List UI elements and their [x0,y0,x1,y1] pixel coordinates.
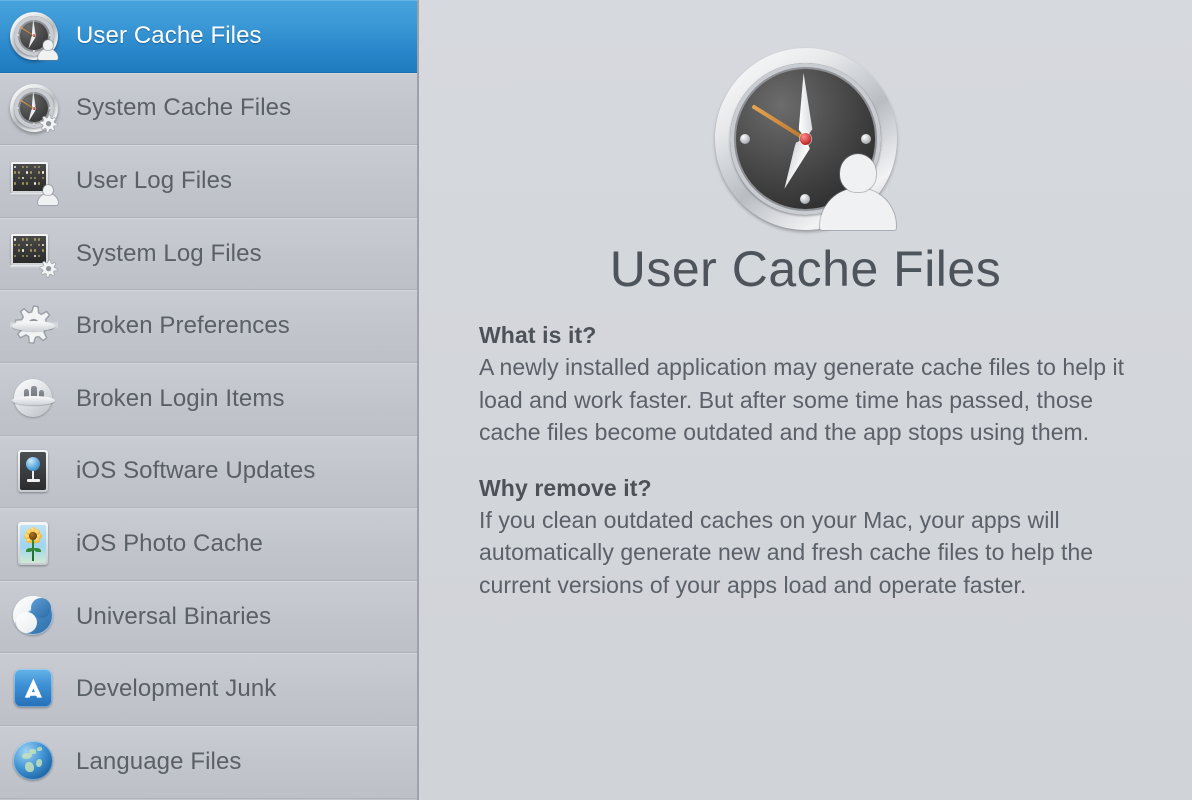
sidebar-item-label: Broken Login Items [76,384,285,412]
app-window: User Cache Files System Cache Files User L… [0,0,1192,800]
description-block: What is it? A newly installed applicatio… [479,322,1139,601]
sidebar-item-ios-photo-cache[interactable]: iOS Photo Cache [0,508,417,581]
sidebar-item-system-cache-files[interactable]: System Cache Files [0,72,417,146]
sidebar-item-label: Broken Preferences [76,312,290,340]
sidebar-item-label: Language Files [76,747,242,775]
sidebar-item-label: System Log Files [76,239,262,267]
broken-login-circle-icon [10,375,58,423]
sidebar-item-user-log-files[interactable]: User Log Files [0,145,417,218]
ios-update-frame-icon [10,447,58,495]
universal-binaries-yin-icon [10,593,58,641]
xcode-a-icon [10,665,58,713]
detail-panel: User Cache Files What is it? A newly ins… [419,0,1192,800]
sidebar-item-system-log-files[interactable]: System Log Files [0,217,417,291]
section-body-what-is-it: A newly installed application may genera… [479,354,1125,445]
sidebar-item-broken-preferences[interactable]: Broken Preferences [0,290,417,363]
sidebar-item-universal-binaries[interactable]: Universal Binaries [0,580,417,654]
sidebar-item-ios-software-updates[interactable]: iOS Software Updates [0,435,417,509]
section-heading-why-remove-it: Why remove it? [479,474,652,501]
user-log-board-icon [10,157,58,205]
page-title: User Cache Files [609,241,1002,297]
sidebar-item-development-junk[interactable]: Development Junk [0,653,417,726]
system-log-board-gear-icon [10,230,58,278]
sidebar-item-language-files[interactable]: Language Files [0,725,417,799]
sidebar-item-label: User Cache Files [76,21,262,49]
sidebar-item-label: User Log Files [76,166,233,194]
system-cache-clock-gear-icon [10,84,58,133]
sidebar-item-label: System Cache Files [76,94,292,122]
sidebar-item-label: Universal Binaries [76,602,272,630]
sidebar-item-user-cache-files[interactable]: User Cache Files [0,0,417,73]
sidebar-item-label: Development Junk [76,675,277,703]
sidebar-nav-list[interactable]: User Cache Files System Cache Files User L… [0,0,419,800]
globe-icon [10,738,58,786]
user-cache-clock-icon-large [714,48,897,230]
ios-photo-sunflower-icon [10,520,58,568]
section-body-why-remove-it: If you clean outdated caches on your Mac… [479,506,1094,598]
section-heading-what-is-it: What is it? [479,322,597,348]
user-cache-clock-icon [10,11,58,60]
sidebar-item-label: iOS Software Updates [76,457,316,485]
broken-gear-icon [10,302,58,350]
hero-icon-container [419,48,1192,230]
sidebar-item-label: iOS Photo Cache [76,529,263,557]
sidebar-item-broken-login-items[interactable]: Broken Login Items [0,362,417,436]
